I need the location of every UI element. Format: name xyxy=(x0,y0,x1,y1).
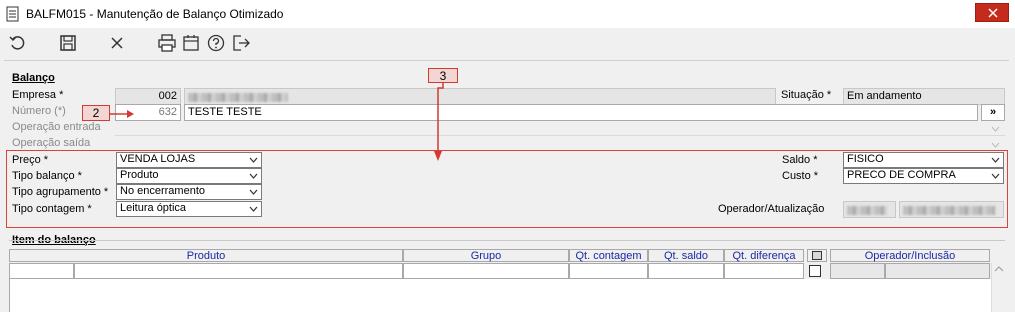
column-qt-contagem[interactable]: Qt. contagem xyxy=(569,249,648,262)
itens-divider xyxy=(9,240,1005,241)
preco-value: VENDA LOJAS xyxy=(120,153,196,165)
saldo-label: Saldo * xyxy=(782,154,818,166)
annotation-marker-2: 2 xyxy=(82,105,110,121)
table-row-cell xyxy=(830,263,885,279)
table-row-cell[interactable] xyxy=(9,263,74,279)
close-window-button[interactable] xyxy=(975,3,1009,22)
operacao-entrada-label: Operação entrada xyxy=(12,121,101,133)
redacted-text xyxy=(188,93,288,102)
operador-atualizacao-label: Operador/Atualização xyxy=(718,203,825,215)
toolbar xyxy=(0,28,1015,58)
situacao-label: Situação * xyxy=(781,89,832,101)
tipo-contagem-select[interactable]: Leitura óptica xyxy=(116,201,262,217)
table-row-cell[interactable] xyxy=(724,263,804,279)
custo-value: PRECO DE COMPRA xyxy=(847,169,956,181)
help-icon[interactable] xyxy=(206,33,226,53)
window-title: BALFM015 - Manutenção de Balanço Otimiza… xyxy=(26,7,284,21)
tipo-agrupamento-select[interactable]: No encerramento xyxy=(116,184,262,200)
annotation-arrow-3 xyxy=(432,83,448,166)
operacao-saida-label: Operação saída xyxy=(12,137,91,149)
column-qt-diferenca[interactable]: Qt. diferença xyxy=(724,249,804,262)
row-checkbox[interactable] xyxy=(809,265,821,277)
app-document-icon xyxy=(6,6,20,22)
chevron-up-icon[interactable] xyxy=(992,263,1006,275)
annotation-arrow-2 xyxy=(110,109,134,122)
preco-select[interactable]: VENDA LOJAS xyxy=(116,152,262,168)
calendar-icon[interactable] xyxy=(181,33,201,53)
custo-label: Custo * xyxy=(782,170,819,182)
operador-field[interactable] xyxy=(843,201,896,218)
situacao-field[interactable]: Em andamento xyxy=(843,88,1005,105)
column-produto[interactable]: Produto xyxy=(9,249,403,262)
chevron-down-icon xyxy=(991,173,1000,179)
undo-icon[interactable] xyxy=(8,33,28,53)
annotation-marker-3: 3 xyxy=(428,68,458,83)
preco-label: Preço * xyxy=(12,154,49,166)
tipo-balanco-select[interactable]: Produto xyxy=(116,168,262,184)
tipo-agrupamento-value: No encerramento xyxy=(120,185,205,197)
cancel-icon[interactable] xyxy=(107,33,127,53)
atualizacao-field[interactable] xyxy=(899,201,1004,218)
redacted-text xyxy=(903,206,995,215)
redacted-text xyxy=(847,206,887,215)
empresa-code-field[interactable]: 002 xyxy=(115,88,181,105)
select-all-checkbox[interactable] xyxy=(812,251,822,260)
vertical-scrollbar[interactable] xyxy=(991,263,1005,312)
close-icon xyxy=(988,8,998,18)
numero-label: Número (*) xyxy=(12,105,66,117)
numero-description-field[interactable]: TESTE TESTE xyxy=(184,104,978,121)
exit-icon[interactable] xyxy=(231,33,251,53)
print-icon[interactable] xyxy=(157,33,177,53)
column-qt-saldo[interactable]: Qt. saldo xyxy=(648,249,724,262)
chevron-down-icon xyxy=(249,206,258,212)
tipo-contagem-label: Tipo contagem * xyxy=(12,203,92,215)
empresa-name-field[interactable] xyxy=(184,88,776,105)
chevron-down-icon xyxy=(991,124,1000,136)
table-row-cell[interactable] xyxy=(74,263,403,279)
tipo-balanco-value: Produto xyxy=(120,169,159,181)
chevron-down-icon xyxy=(991,157,1000,163)
column-select-all[interactable] xyxy=(807,249,827,262)
chevron-down-icon xyxy=(249,189,258,195)
tipo-contagem-value: Leitura óptica xyxy=(120,202,187,214)
operacao-entrada-field[interactable] xyxy=(115,135,1005,136)
save-icon[interactable] xyxy=(58,33,78,53)
custo-select[interactable]: PRECO DE COMPRA xyxy=(843,168,1004,184)
tipo-agrupamento-label: Tipo agrupamento * xyxy=(12,186,109,198)
empresa-label: Empresa * xyxy=(12,89,64,101)
table-row-cell[interactable] xyxy=(569,263,648,279)
next-button[interactable]: » xyxy=(981,104,1005,121)
tipo-balanco-label: Tipo balanço * xyxy=(12,170,82,182)
column-operador-inclusao[interactable]: Operador/Inclusão xyxy=(830,249,990,262)
chevron-down-icon xyxy=(249,173,258,179)
table-row-cell xyxy=(885,263,990,279)
table-row-cell[interactable] xyxy=(403,263,569,279)
column-grupo[interactable]: Grupo xyxy=(403,249,569,262)
saldo-select[interactable]: FISICO xyxy=(843,152,1004,168)
table-body xyxy=(9,279,991,312)
chevron-down-icon xyxy=(249,157,258,163)
balanco-section-title: Balanço xyxy=(12,72,55,84)
table-row-cell[interactable] xyxy=(648,263,724,279)
saldo-value: FISICO xyxy=(847,153,884,165)
